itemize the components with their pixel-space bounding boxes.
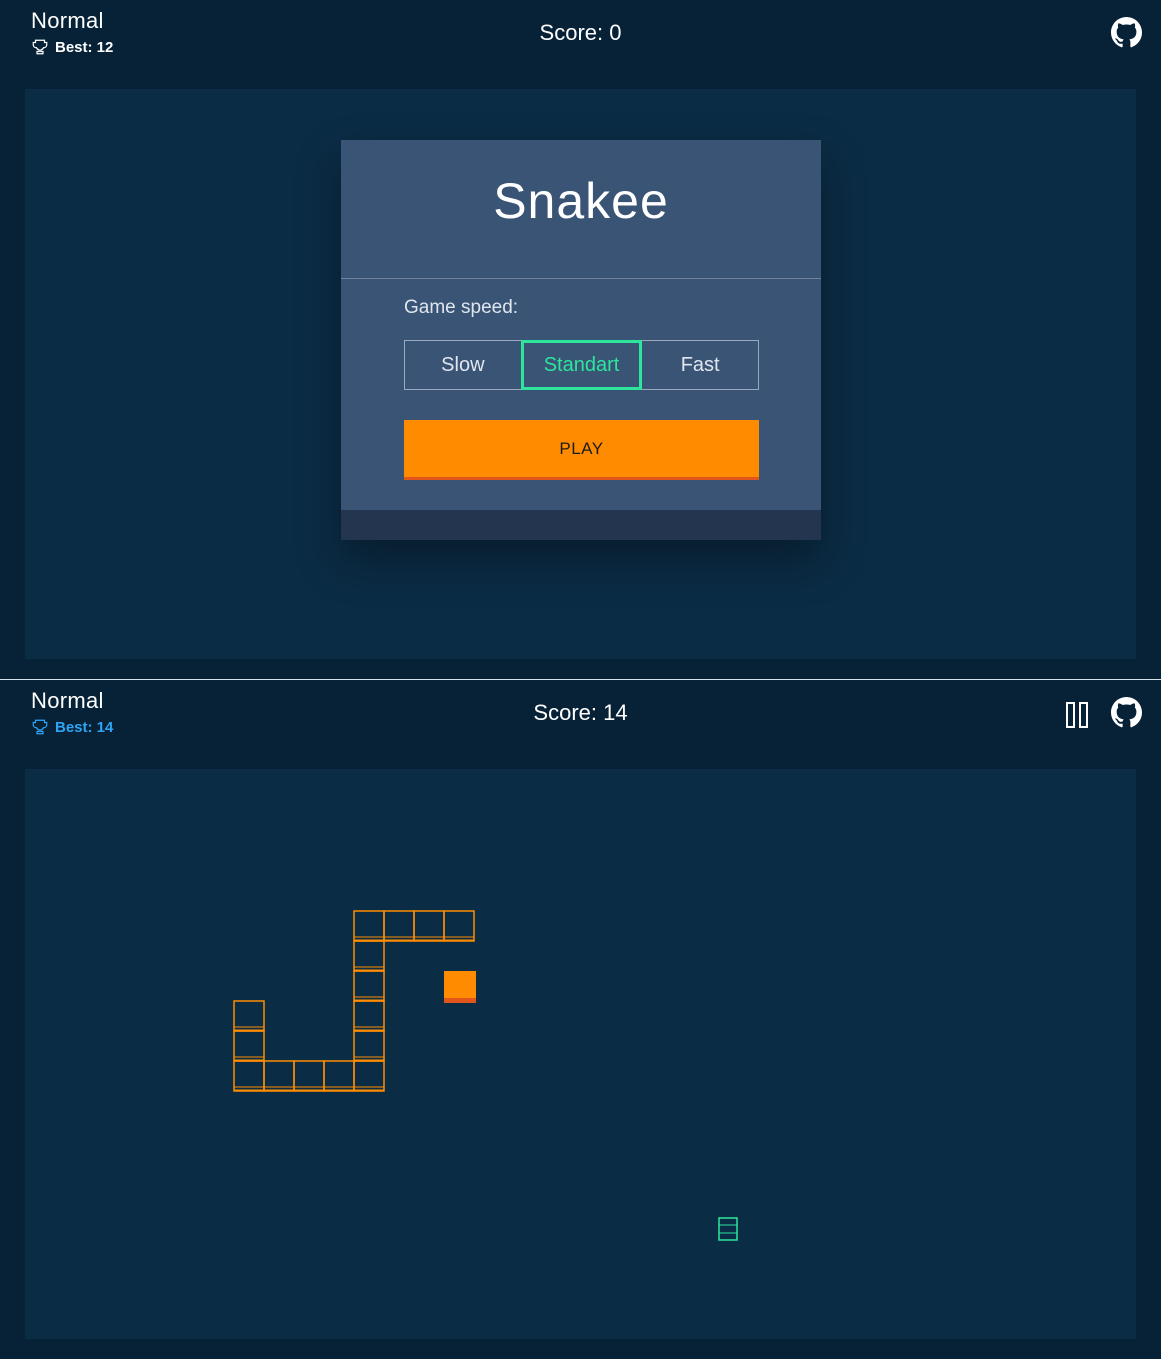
snake-segment-stripe [293, 1086, 325, 1091]
snake-segment-stripe [353, 936, 385, 941]
snake-segment-stripe [353, 966, 385, 971]
score-display: Score: 0 [539, 20, 622, 45]
snake-segment-stripe [233, 1086, 265, 1091]
github-icon[interactable] [1111, 17, 1142, 48]
score-display: Score: 14 [533, 700, 628, 725]
snake-segment-stripe [233, 1026, 265, 1031]
speed-selector: Slow Standart Fast [404, 340, 759, 390]
speed-option-fast[interactable]: Fast [642, 341, 758, 389]
snake-segment-stripe [353, 1086, 385, 1091]
modal-footer [341, 510, 821, 540]
snake-segment-stripe [323, 1086, 355, 1091]
snake-segment-stripe [353, 1026, 385, 1031]
game-board [25, 769, 1136, 1339]
snake-segment-stripe [353, 996, 385, 1001]
speed-option-slow[interactable]: Slow [405, 341, 521, 389]
snake-segment-stripe [353, 1056, 385, 1061]
menu-screen: Normal Best: 12 Score: 0 Snakee Game spe… [0, 0, 1161, 679]
play-button[interactable]: PLAY [404, 420, 759, 480]
snake-head-shadow [444, 998, 476, 1003]
snake-segment-stripe [383, 936, 415, 941]
speed-label: Game speed: [404, 297, 519, 318]
github-icon[interactable] [1111, 697, 1142, 728]
snake-canvas [233, 910, 738, 1241]
snake-segment-stripe [263, 1086, 295, 1091]
food-item-stripe [718, 1224, 738, 1234]
modal-divider [341, 278, 821, 279]
snake-segment-stripe [413, 936, 445, 941]
food-item [718, 1217, 738, 1241]
snake-segment-stripe [233, 1056, 265, 1061]
speed-option-standart[interactable]: Standart [520, 340, 643, 390]
game-title: Snakee [493, 173, 669, 229]
start-modal: Snakee Game speed: Slow Standart Fast PL… [341, 140, 821, 540]
gameplay-screen: Normal Best: 14 Score: 14 [0, 680, 1161, 1359]
pause-icon[interactable] [1065, 701, 1089, 729]
snake-segment-stripe [443, 936, 475, 941]
